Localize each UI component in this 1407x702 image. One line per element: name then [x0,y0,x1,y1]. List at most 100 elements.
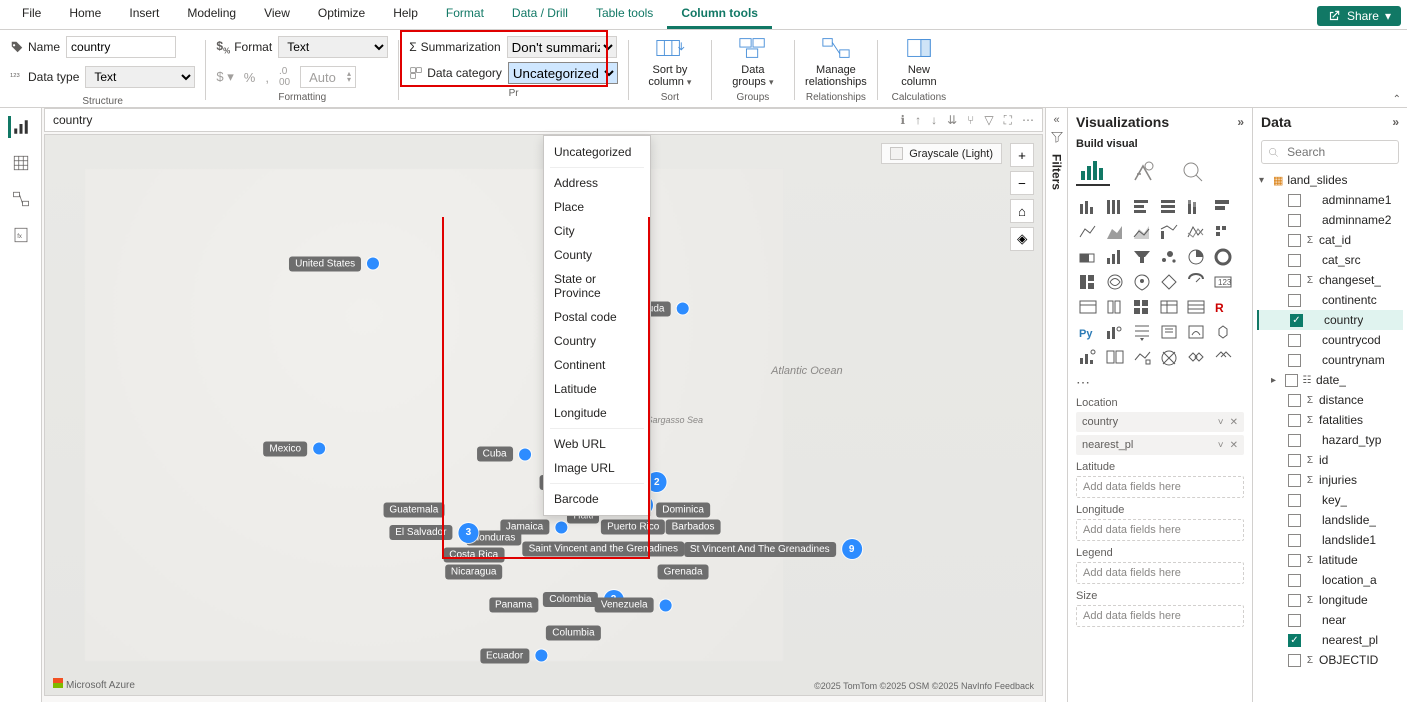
field-cat_src[interactable]: cat_src [1257,250,1403,270]
field-hazard_typ[interactable]: hazard_typ [1257,430,1403,450]
sort-by-column-button[interactable]: Sort bycolumn ▾ [639,36,701,88]
decimal-button[interactable]: .000 [279,66,290,88]
visual-type-22[interactable] [1184,271,1208,293]
visual-type-26[interactable] [1130,296,1154,318]
field-key_[interactable]: key_ [1257,490,1403,510]
visual-type-33[interactable] [1157,321,1181,343]
drill-down-icon[interactable]: ↓ [931,113,937,128]
visual-type-32[interactable] [1130,321,1154,343]
field-fatalities[interactable]: Σfatalities [1257,410,1403,430]
map-marker[interactable]: Columbia [546,626,600,641]
reset-view-button[interactable]: ⌂ [1010,199,1034,223]
expand-down-icon[interactable]: ⇊ [947,113,957,128]
tab-view[interactable]: View [250,0,304,29]
visual-type-25[interactable] [1103,296,1127,318]
field-changeset_[interactable]: Σchangeset_ [1257,270,1403,290]
visual-type-6[interactable] [1076,221,1100,243]
tab-insert[interactable]: Insert [115,0,173,29]
field-nearest_pl[interactable]: ✓nearest_pl [1257,630,1403,650]
field-longitude[interactable]: Σlongitude [1257,590,1403,610]
visual-type-14[interactable] [1130,246,1154,268]
map-marker[interactable]: Cuba [477,447,531,462]
field-near[interactable]: near [1257,610,1403,630]
data-category-option[interactable]: Postal code [544,305,650,329]
collapse-ribbon-button[interactable]: ⌃ [1393,94,1401,105]
tab-modeling[interactable]: Modeling [173,0,250,29]
visual-type-31[interactable] [1103,321,1127,343]
pitch-button[interactable]: ◈ [1010,227,1034,251]
search-input[interactable] [1285,144,1392,160]
map-marker[interactable]: Dominica [656,503,710,518]
visual-type-34[interactable] [1184,321,1208,343]
column-name-input[interactable] [66,36,176,58]
manage-relationships-button[interactable]: Managerelationships [805,36,867,88]
field-adminname2[interactable]: adminname2 [1257,210,1403,230]
map-marker[interactable]: El Salvador3 [389,523,478,543]
visual-type-5[interactable] [1211,196,1235,218]
field-countrynam[interactable]: countrynam [1257,350,1403,370]
map-marker[interactable]: United States [289,256,379,271]
tab-data-drill[interactable]: Data / Drill [498,0,582,29]
new-column-button[interactable]: Newcolumn [888,36,950,88]
zoom-out-button[interactable]: − [1010,171,1034,195]
tab-table-tools[interactable]: Table tools [582,0,667,29]
build-visual-tab[interactable] [1076,156,1110,186]
visual-type-9[interactable] [1157,221,1181,243]
format-select[interactable]: Text [278,36,388,58]
map-marker[interactable]: St Vincent And The Grenadines9 [684,539,862,559]
field-date_[interactable]: ▸☷date_ [1257,370,1403,390]
visual-type-4[interactable] [1184,196,1208,218]
data-category-option[interactable]: Continent [544,353,650,377]
data-category-option[interactable]: Latitude [544,377,650,401]
visual-type-13[interactable] [1103,246,1127,268]
analytics-tab[interactable] [1176,156,1210,186]
data-category-option[interactable]: Image URL [544,456,650,480]
table-node[interactable]: ▾▦land_slides [1257,170,1403,190]
visual-type-10[interactable] [1184,221,1208,243]
more-options-icon[interactable]: ⋯ [1022,113,1034,128]
expand-filters-button[interactable]: « [1053,114,1059,126]
data-category-option[interactable]: Country [544,329,650,353]
visual-type-30[interactable]: Py [1076,321,1100,343]
field-countrycod[interactable]: countrycod [1257,330,1403,350]
well-location-item-0[interactable]: country˅✕ [1076,412,1244,432]
visual-type-27[interactable] [1157,296,1181,318]
report-view-button[interactable] [8,116,30,138]
well-location-item-1[interactable]: nearest_pl˅✕ [1076,435,1244,455]
visual-type-41[interactable] [1211,346,1235,368]
visual-type-35[interactable] [1211,321,1235,343]
visual-type-24[interactable] [1076,296,1100,318]
visual-type-20[interactable] [1130,271,1154,293]
collapse-vis-pane[interactable]: » [1237,115,1244,129]
data-view-button[interactable] [10,152,32,174]
dax-view-button[interactable]: fx [10,224,32,246]
zoom-in-button[interactable]: + [1010,143,1034,167]
format-visual-tab[interactable] [1126,156,1160,186]
field-adminname1[interactable]: adminname1 [1257,190,1403,210]
visual-type-39[interactable] [1157,346,1181,368]
hierarchy-icon[interactable]: ⑂ [967,113,974,128]
gallery-more[interactable]: ⋯ [1068,374,1252,391]
focus-mode-icon[interactable]: ⛶ [1004,113,1012,128]
share-button[interactable]: Share ▾ [1317,6,1401,26]
map-visual[interactable]: Atlantic Ocean Sargasso Sea Grayscale (L… [44,134,1043,696]
data-category-select[interactable]: Uncategorized [508,62,618,84]
visual-type-19[interactable] [1103,271,1127,293]
collapse-data-pane[interactable]: » [1392,115,1399,129]
map-marker[interactable]: Barbados [666,520,721,535]
tab-home[interactable]: Home [55,0,115,29]
data-category-option[interactable]: Web URL [544,432,650,456]
visual-type-18[interactable] [1076,271,1100,293]
visual-type-7[interactable] [1103,221,1127,243]
visual-type-36[interactable] [1076,346,1100,368]
visual-type-0[interactable] [1076,196,1100,218]
map-marker[interactable]: Puerto Rico [601,520,665,535]
field-distance[interactable]: Σdistance [1257,390,1403,410]
visual-type-28[interactable] [1184,296,1208,318]
map-style-badge[interactable]: Grayscale (Light) [881,143,1002,164]
data-category-option[interactable]: Place [544,195,650,219]
visual-type-3[interactable] [1157,196,1181,218]
map-marker[interactable]: Ecuador [480,648,547,663]
field-country[interactable]: ✓country [1257,310,1403,330]
visual-type-11[interactable] [1211,221,1235,243]
